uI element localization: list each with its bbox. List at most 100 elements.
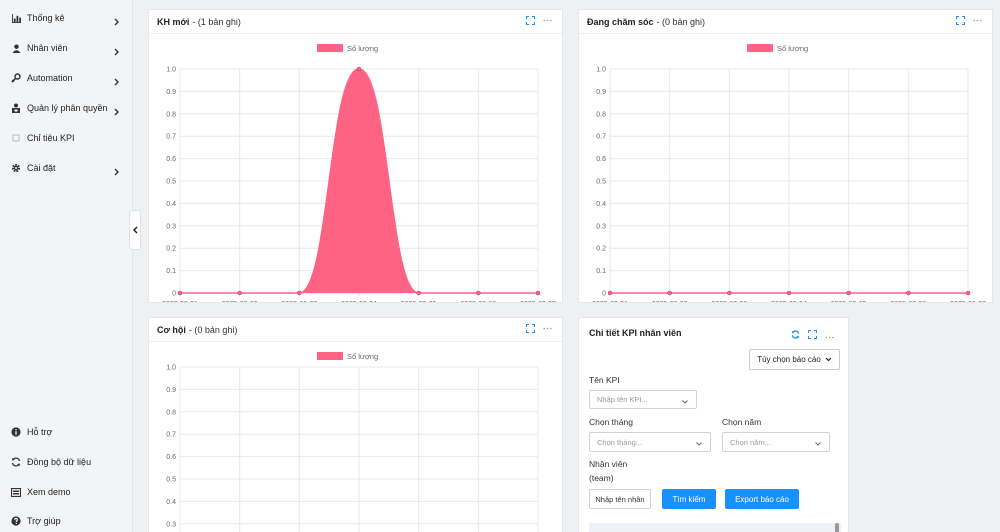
expand-icon[interactable] xyxy=(526,16,535,25)
x-tick-label: 2025-09-04 xyxy=(771,301,807,302)
sync-icon xyxy=(11,457,21,467)
export-report-button[interactable]: Export báo cáo xyxy=(725,489,799,509)
monitor-icon xyxy=(11,487,21,497)
more-icon[interactable] xyxy=(543,327,552,330)
y-tick-label: 0.7 xyxy=(166,134,176,141)
year-label: Chọn năm xyxy=(722,417,762,427)
chart-dang-cham-soc: Số lượng 1.0 0.9 0.8 0.7 0.6 0.5 0.4 0.3 0.2 0.1 0 2… xyxy=(592,44,986,302)
x-tick-label: 2025-09-06 xyxy=(890,301,926,302)
more-icon[interactable] xyxy=(825,326,834,344)
y-tick-label: 0.7 xyxy=(596,134,606,141)
year-select[interactable]: Chọn năm... xyxy=(722,432,830,452)
sidebar-item-label: Xem demo xyxy=(27,487,71,497)
x-tick-label: 2025-09-05 xyxy=(401,301,437,302)
record-count: - (0 bản ghi) xyxy=(656,16,706,27)
sidebar-item-automation[interactable]: Automation xyxy=(0,65,133,91)
sidebar-item-label: Automation xyxy=(27,73,73,83)
y-tick-label: 0.5 xyxy=(596,179,606,186)
sidebar-item-thong-ke[interactable]: Thống kê xyxy=(0,5,133,31)
data-point xyxy=(667,290,672,296)
panel-title: KH mới xyxy=(157,16,190,27)
report-options-label: Tùy chọn báo cáo xyxy=(757,355,821,364)
sidebar-item-xem-demo[interactable]: Xem demo xyxy=(0,479,133,505)
staff-name-input[interactable]: Nhập tên nhân xyxy=(589,489,651,509)
kpi-table-area xyxy=(589,523,841,532)
expand-icon[interactable] xyxy=(956,16,965,25)
x-tick-label: 2025-09-02 xyxy=(652,301,688,302)
staff-label-team: (team) xyxy=(589,473,614,483)
expand-icon[interactable] xyxy=(526,324,535,333)
y-tick-label: 0.1 xyxy=(596,268,606,275)
sidebar-item-label: Đồng bộ dữ liệu xyxy=(27,457,92,467)
y-tick-label: 0.6 xyxy=(166,156,176,163)
panel-title: Đang chăm sóc xyxy=(587,16,654,27)
sidebar-item-dong-bo[interactable]: Đồng bộ dữ liệu xyxy=(0,449,133,475)
record-count: - (1 bản ghi) xyxy=(192,16,241,27)
panel-title: Cơ hội xyxy=(157,324,186,335)
report-options-button[interactable]: Tùy chọn báo cáo xyxy=(749,349,840,370)
kpi-name-input[interactable]: Nhập tên KPI... xyxy=(589,390,697,409)
month-label: Chọn tháng xyxy=(589,417,633,427)
more-icon[interactable] xyxy=(973,19,982,22)
refresh-icon[interactable] xyxy=(791,326,800,344)
y-tick-label: 0.4 xyxy=(596,201,606,208)
key-icon xyxy=(11,73,21,83)
y-tick-label: 0.9 xyxy=(596,89,606,96)
legend-label: Số lượng xyxy=(347,44,378,53)
gear-icon xyxy=(11,163,21,173)
panel-kpi: Chi tiết KPI nhân viên Tùy chọn báo cáo … xyxy=(578,317,849,532)
month-placeholder: Chọn tháng... xyxy=(597,437,643,447)
y-tick-label: 0.5 xyxy=(166,179,176,186)
y-tick-label: 1.0 xyxy=(166,365,176,372)
x-tick-label: 2025-09-07 xyxy=(520,301,556,302)
x-tick-label: 2025-09-05 xyxy=(831,301,867,302)
x-tick-label: 2025-09-03 xyxy=(711,301,747,302)
year-placeholder: Chọn năm... xyxy=(730,437,771,447)
data-point xyxy=(906,290,911,296)
chevron-right-icon xyxy=(114,73,119,91)
y-tick-label: 0.3 xyxy=(166,521,176,528)
y-tick-label: 0.1 xyxy=(166,268,176,275)
x-tick-label: 2025-09-02 xyxy=(222,301,258,302)
more-icon[interactable] xyxy=(543,19,552,22)
sidebar-item-chi-tieu-kpi[interactable]: Chỉ tiêu KPI xyxy=(0,125,133,151)
legend-swatch xyxy=(747,44,773,52)
export-button-label: Export báo cáo xyxy=(735,494,789,504)
y-tick-label: 0.4 xyxy=(166,201,176,208)
sidebar-item-ho-tro[interactable]: Hỗ trợ xyxy=(0,419,133,445)
x-tick-label: 2025-09-01 xyxy=(162,301,198,302)
chevron-left-icon xyxy=(132,221,138,239)
y-tick-label: 0.2 xyxy=(166,246,176,253)
sidebar-item-label: Quản lý phân quyền xyxy=(27,103,108,113)
chevron-right-icon xyxy=(114,43,119,61)
sidebar-item-tro-giup[interactable]: Trợ giúp xyxy=(0,508,133,532)
chevron-right-icon xyxy=(114,163,119,181)
expand-icon[interactable] xyxy=(807,326,818,344)
users-lock-icon xyxy=(11,103,21,113)
x-tick-label: 2025-09-01 xyxy=(592,301,628,302)
y-tick-label: 0.8 xyxy=(596,111,606,118)
y-tick-label: 0.6 xyxy=(166,454,176,461)
search-button[interactable]: Tìm kiếm xyxy=(662,489,716,509)
data-point xyxy=(965,290,971,296)
y-tick-label: 0.2 xyxy=(596,246,606,253)
chevron-down-icon xyxy=(815,439,821,448)
scrollbar-thumb[interactable] xyxy=(835,523,839,532)
y-tick-label: 0.8 xyxy=(166,111,176,118)
bar-chart-icon xyxy=(11,13,21,23)
x-tick-label: 2025-09-03 xyxy=(281,301,317,302)
staff-placeholder: Nhập tên nhân xyxy=(595,494,645,504)
month-select[interactable]: Chọn tháng... xyxy=(589,432,711,452)
staff-label: Nhân viên xyxy=(589,459,628,469)
sidebar-item-label: Chỉ tiêu KPI xyxy=(27,133,75,143)
sidebar-item-cai-dat[interactable]: Cài đặt xyxy=(0,155,133,181)
y-tick-label: 1.0 xyxy=(166,67,176,74)
sidebar-item-phan-quyen[interactable]: Quản lý phân quyền xyxy=(0,95,133,121)
sidebar-item-label: Thống kê xyxy=(27,13,65,23)
data-point xyxy=(727,290,732,296)
sidebar-item-nhan-vien[interactable]: Nhân viên xyxy=(0,35,133,61)
panel-title: Chi tiết KPI nhân viên xyxy=(589,328,682,338)
sidebar-collapse-button[interactable] xyxy=(129,210,141,250)
sidebar-item-label: Cài đặt xyxy=(27,163,56,173)
search-button-label: Tìm kiếm xyxy=(672,494,706,504)
